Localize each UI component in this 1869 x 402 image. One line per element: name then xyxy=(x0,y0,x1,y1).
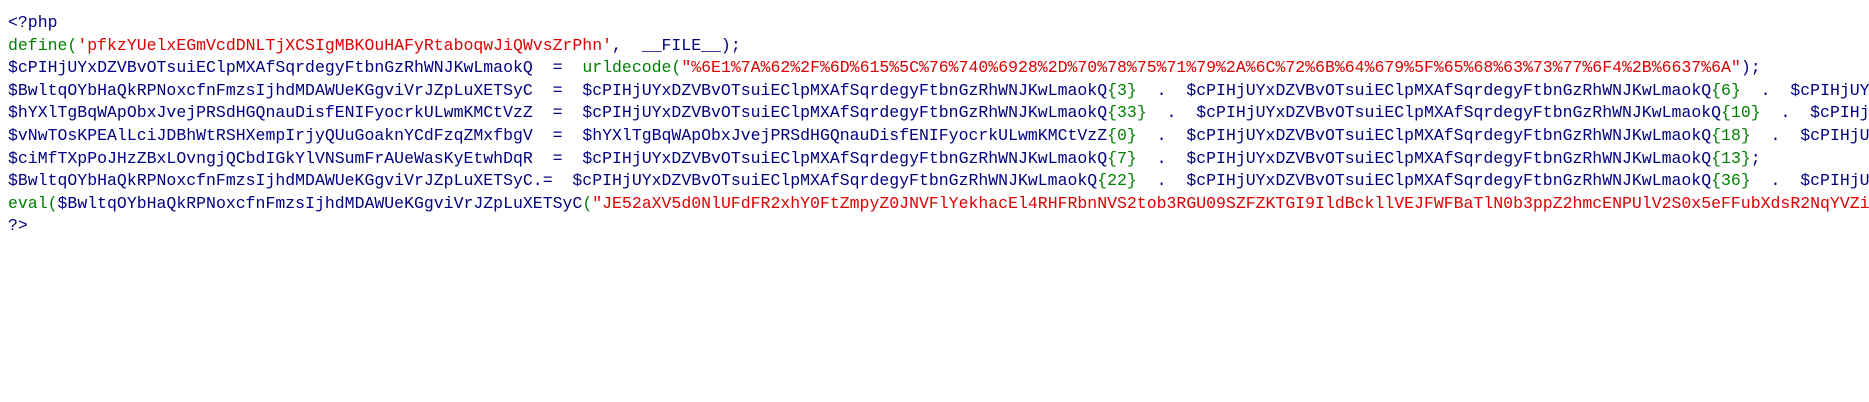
token-plain: , __FILE__); xyxy=(612,35,741,55)
token-index: {10} xyxy=(1721,103,1761,123)
token-variable: $cPIHjUYxD xyxy=(1800,125,1869,145)
token-variable: $cPIHjUYxDZVBvOTsuiEClpMXAfSqrdegyFtbnGz… xyxy=(1186,125,1712,145)
token-plain: = xyxy=(532,103,583,123)
token-plain: . xyxy=(1136,125,1187,145)
token-function: eval( xyxy=(8,193,58,213)
token-variable: $cPIHjUYxDZVBvOTsuiEClpMXAfSqrdegyFtbnGz… xyxy=(1186,80,1712,100)
token-string: "%6E1%7A%62%2F%6D%615%5C%76%740%6928%2D%… xyxy=(681,58,1741,78)
token-plain: . xyxy=(1750,171,1801,191)
token-variable: $cPIHjUYxDZVBvOTsuiEClpMXAfSqrdegyFtbnGz… xyxy=(1196,103,1722,123)
token-plain: . xyxy=(1740,80,1791,100)
code-line-append: $BwltqOYbHaQkRPNoxcfnFmzsIjhdMDAWUeKGgvi… xyxy=(8,170,1869,193)
token-plain: . xyxy=(1146,103,1197,123)
token-plain: ); xyxy=(1740,58,1761,78)
token-plain: = xyxy=(532,148,583,168)
token-variable: $BwltqOYbHaQkRPNoxcfnFmzsIjhdMDAWUeKGgvi… xyxy=(57,193,583,213)
token-index: {0} xyxy=(1107,125,1137,145)
token-variable: $hYXlTgBqWApObxJvejPRSdHGQnauDisfENIFyoc… xyxy=(582,125,1108,145)
token-variable: $BwltqOYbHaQkRPNoxcfnFmzsIjhdMDAWUeKGgvi… xyxy=(8,80,533,100)
token-string: 'pfkzYUelxEGmVcdDNLTjXCSIgMBKOuHAFyRtabo… xyxy=(77,35,612,55)
token-variable: $cPIHjUYxDZVBvOTsuiEClpMXAfSqrdegyFtbnGz… xyxy=(8,58,533,78)
token-variable: $vNwTOsKPEAlLciJDBhWtRSHXempIrjyQUuGoakn… xyxy=(8,125,533,145)
token-variable: $cPIHjUYxDZVBvOTsuiEClpMXAfSqrdegyFtbnGz… xyxy=(1186,171,1712,191)
token-variable: $cPIHjUYxDZVBvOTsuiEClpMXAfSqrdegyFtbnGz… xyxy=(582,80,1108,100)
token-plain: . xyxy=(1136,148,1187,168)
token-index: {7} xyxy=(1107,148,1137,168)
token-index: {13} xyxy=(1711,148,1751,168)
code-editor[interactable]: <?php define('pfkzYUelxEGmVcdDNLTjXCSIgMB… xyxy=(0,0,1869,402)
token-function: define( xyxy=(8,35,78,55)
token-variable: $cPIHjUYxD xyxy=(1800,171,1869,191)
token-variable: $hYXlTgBqWApObxJvejPRSdHGQnauDisfENIFyoc… xyxy=(8,103,533,123)
token-variable: $cPIHjUYxDZVBvOTsuiEClpMXAfSqrdegyFtbnGz… xyxy=(582,148,1108,168)
token-plain: . xyxy=(1136,171,1187,191)
php-close-tag: ?> xyxy=(8,216,28,236)
token-index: {3} xyxy=(1107,80,1137,100)
code-line-assign-4: $ciMfTXpPoJHzZBxLOvngjQCbdIGkYlVNSumFrAU… xyxy=(8,148,1869,171)
token-index: {36} xyxy=(1711,171,1751,191)
code-view: <?php define('pfkzYUelxEGmVcdDNLTjXCSIgMB… xyxy=(8,12,1869,238)
token-plain: .= xyxy=(532,171,573,191)
code-line-assign-3: $vNwTOsKPEAlLciJDBhWtRSHXempIrjyQUuGoakn… xyxy=(8,125,1869,148)
code-line-urldecode: $cPIHjUYxDZVBvOTsuiEClpMXAfSqrdegyFtbnGz… xyxy=(8,57,1869,80)
token-variable: $cPIHjUYxDZVBvOTsuiEClpMXAfSqrdegyFtbnGz… xyxy=(582,103,1108,123)
code-line-assign-1: $BwltqOYbHaQkRPNoxcfnFmzsIjhdMDAWUeKGgvi… xyxy=(8,80,1869,103)
token-variable: $cPIHjUYxDZ xyxy=(1790,80,1869,100)
token-variable: $BwltqOYbHaQkRPNoxcfnFmzsIjhdMDAWUeKGgvi… xyxy=(8,171,533,191)
token-plain: ; xyxy=(1750,148,1761,168)
token-plain: = xyxy=(532,58,583,78)
token-variable: $ciMfTXpPoJHzZBxLOvngjQCbdIGkYlVNSumFrAU… xyxy=(8,148,533,168)
token-plain: = xyxy=(532,125,583,145)
token-plain: . xyxy=(1750,125,1801,145)
token-string: "JE52aXV5d0NlUFdFR2xhY0FtZmpyZ0JNVFlYekh… xyxy=(592,193,1869,213)
token-variable: $cPIHjUYxDZVBvOTsuiEClpMXAfSqrdegyFtbnGz… xyxy=(1186,148,1712,168)
token-index: {18} xyxy=(1711,125,1751,145)
php-open-tag: <?php xyxy=(8,13,58,32)
token-index: {22} xyxy=(1097,171,1137,191)
token-function: ( xyxy=(582,193,593,213)
token-plain: . xyxy=(1760,103,1811,123)
code-line-eval: eval($BwltqOYbHaQkRPNoxcfnFmzsIjhdMDAWUe… xyxy=(8,193,1869,216)
token-variable: $cPIHjUYxDZVBvOTsuiEClpMXAfSqrdegyFtbnGz… xyxy=(572,171,1098,191)
token-variable: $cPIHjUYx xyxy=(1810,103,1869,123)
code-line-define: define('pfkzYUelxEGmVcdDNLTjXCSIgMBKOuHA… xyxy=(8,35,1869,58)
token-plain: = xyxy=(532,80,583,100)
token-plain: . xyxy=(1136,80,1187,100)
code-line-assign-2: $hYXlTgBqWApObxJvejPRSdHGQnauDisfENIFyoc… xyxy=(8,102,1869,125)
token-index: {33} xyxy=(1107,103,1147,123)
token-function: urldecode( xyxy=(582,58,682,78)
token-index: {6} xyxy=(1711,80,1741,100)
